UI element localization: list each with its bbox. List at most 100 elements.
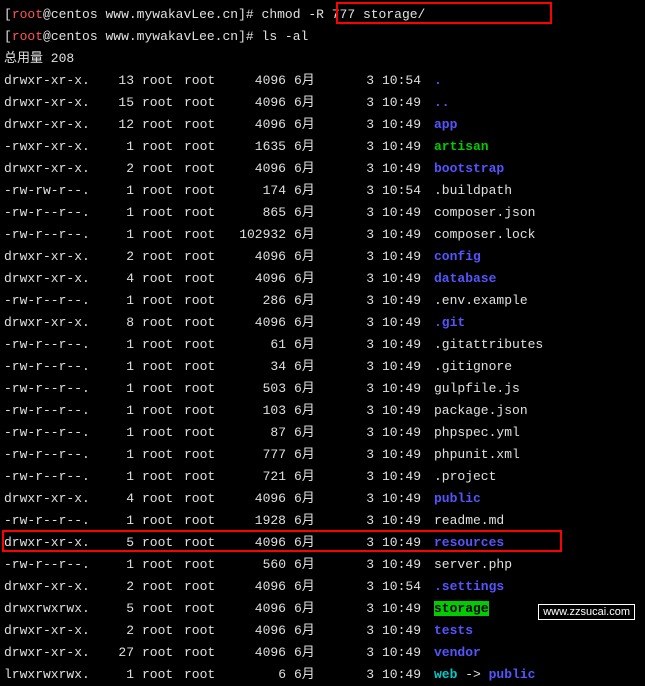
- file-size: 777: [226, 444, 286, 466]
- file-group: root: [184, 158, 226, 180]
- file-time: 10:49: [382, 532, 434, 554]
- file-name: .settings: [434, 576, 641, 598]
- list-item: -rw-r--r--.1 rootroot865 6月3 10:49compos…: [4, 202, 641, 224]
- file-size: 4096: [226, 92, 286, 114]
- file-month: 6月: [294, 158, 352, 180]
- file-name: app: [434, 114, 641, 136]
- file-time: 10:49: [382, 642, 434, 664]
- file-day: 3: [352, 114, 374, 136]
- file-size: 174: [226, 180, 286, 202]
- file-owner: root: [142, 180, 184, 202]
- file-size: 1635: [226, 136, 286, 158]
- file-size: 4096: [226, 620, 286, 642]
- file-month: 6月: [294, 180, 352, 202]
- file-time: 10:49: [382, 510, 434, 532]
- file-name: package.json: [434, 400, 641, 422]
- file-group: root: [184, 378, 226, 400]
- link-count: 12: [104, 114, 134, 136]
- file-size: 865: [226, 202, 286, 224]
- file-day: 3: [352, 290, 374, 312]
- file-day: 3: [352, 444, 374, 466]
- link-count: 1: [104, 378, 134, 400]
- file-day: 3: [352, 224, 374, 246]
- list-item: -rw-r--r--.1 rootroot721 6月3 10:49.proje…: [4, 466, 641, 488]
- file-group: root: [184, 532, 226, 554]
- file-day: 3: [352, 312, 374, 334]
- file-name: vendor: [434, 642, 641, 664]
- list-item: lrwxrwxrwx.1 rootroot6 6月3 10:49web -> p…: [4, 664, 641, 686]
- file-month: 6月: [294, 466, 352, 488]
- file-month: 6月: [294, 554, 352, 576]
- list-item: -rw-r--r--.1 rootroot34 6月3 10:49.gitign…: [4, 356, 641, 378]
- file-month: 6月: [294, 444, 352, 466]
- file-name: phpunit.xml: [434, 444, 641, 466]
- file-day: 3: [352, 576, 374, 598]
- file-size: 503: [226, 378, 286, 400]
- file-month: 6月: [294, 92, 352, 114]
- file-size: 87: [226, 422, 286, 444]
- file-name: tests: [434, 620, 641, 642]
- file-group: root: [184, 422, 226, 444]
- file-owner: root: [142, 466, 184, 488]
- file-permissions: drwxr-xr-x.: [4, 312, 104, 334]
- file-name: phpspec.yml: [434, 422, 641, 444]
- file-day: 3: [352, 642, 374, 664]
- file-time: 10:49: [382, 444, 434, 466]
- file-month: 6月: [294, 224, 352, 246]
- file-time: 10:54: [382, 180, 434, 202]
- file-time: 10:54: [382, 70, 434, 92]
- file-time: 10:49: [382, 422, 434, 444]
- link-count: 2: [104, 576, 134, 598]
- file-time: 10:49: [382, 202, 434, 224]
- file-day: 3: [352, 510, 374, 532]
- file-day: 3: [352, 334, 374, 356]
- file-size: 103: [226, 400, 286, 422]
- file-owner: root: [142, 114, 184, 136]
- file-month: 6月: [294, 202, 352, 224]
- file-size: 4096: [226, 488, 286, 510]
- file-permissions: drwxr-xr-x.: [4, 92, 104, 114]
- file-month: 6月: [294, 532, 352, 554]
- file-permissions: -rwxr-xr-x.: [4, 136, 104, 158]
- link-count: 4: [104, 268, 134, 290]
- file-group: root: [184, 488, 226, 510]
- file-name: artisan: [434, 136, 641, 158]
- file-time: 10:49: [382, 312, 434, 334]
- file-owner: root: [142, 664, 184, 686]
- file-owner: root: [142, 290, 184, 312]
- file-day: 3: [352, 202, 374, 224]
- file-permissions: drwxr-xr-x.: [4, 268, 104, 290]
- file-time: 10:49: [382, 114, 434, 136]
- prompt-host: centos: [51, 7, 98, 22]
- file-size: 721: [226, 466, 286, 488]
- file-month: 6月: [294, 422, 352, 444]
- file-owner: root: [142, 444, 184, 466]
- file-group: root: [184, 70, 226, 92]
- file-owner: root: [142, 246, 184, 268]
- link-count: 1: [104, 136, 134, 158]
- list-item: drwxr-xr-x.5 rootroot4096 6月3 10:49resou…: [4, 532, 641, 554]
- file-time: 10:49: [382, 620, 434, 642]
- file-time: 10:49: [382, 290, 434, 312]
- file-day: 3: [352, 268, 374, 290]
- file-group: root: [184, 268, 226, 290]
- command-ls[interactable]: ls -al: [262, 29, 309, 44]
- link-count: 5: [104, 532, 134, 554]
- file-owner: root: [142, 554, 184, 576]
- file-name: .buildpath: [434, 180, 641, 202]
- terminal-output: [root@centos www.mywakavLee.cn]# chmod -…: [4, 4, 641, 686]
- file-permissions: -rw-r--r--.: [4, 466, 104, 488]
- file-name: .git: [434, 312, 641, 334]
- file-name: ..: [434, 92, 641, 114]
- file-permissions: -rw-r--r--.: [4, 202, 104, 224]
- file-group: root: [184, 246, 226, 268]
- file-time: 10:49: [382, 378, 434, 400]
- file-size: 4096: [226, 158, 286, 180]
- command-chmod[interactable]: chmod -R 777 storage/: [262, 7, 426, 22]
- file-month: 6月: [294, 70, 352, 92]
- file-permissions: -rw-r--r--.: [4, 378, 104, 400]
- file-day: 3: [352, 422, 374, 444]
- file-name: server.php: [434, 554, 641, 576]
- file-day: 3: [352, 488, 374, 510]
- file-month: 6月: [294, 378, 352, 400]
